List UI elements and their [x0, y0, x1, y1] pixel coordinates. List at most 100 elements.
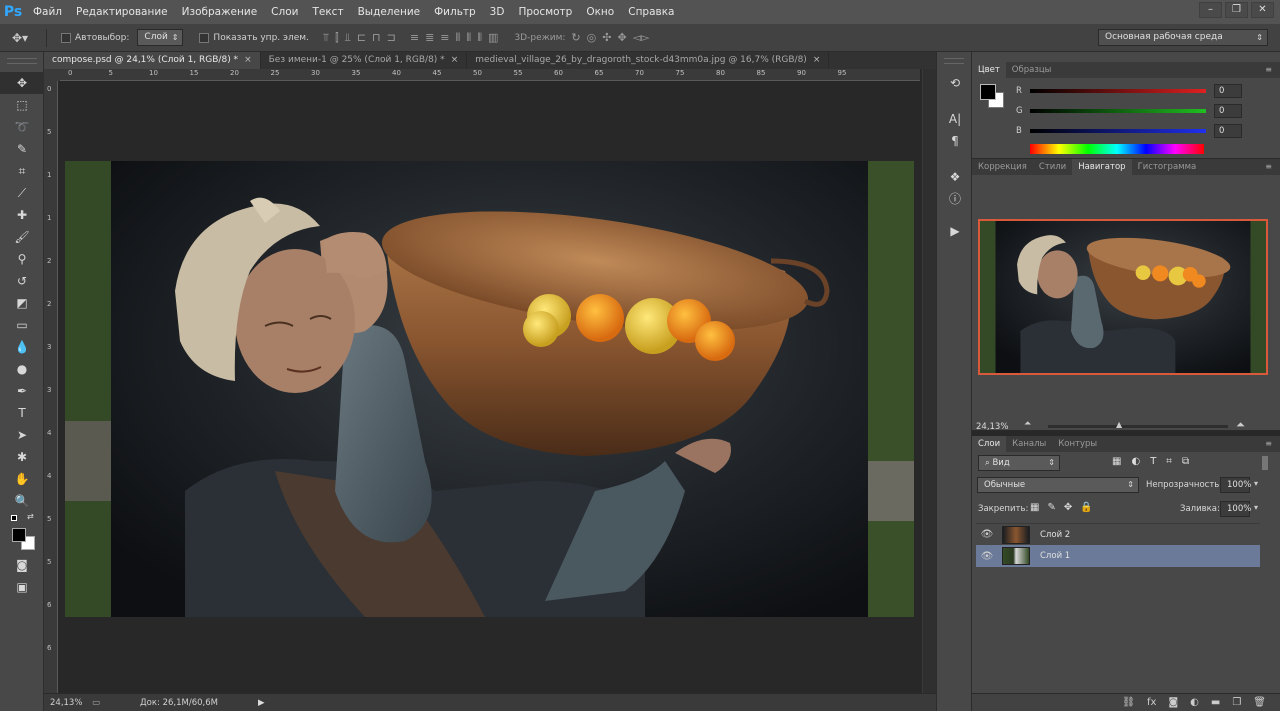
- layer-row[interactable]: 👁 Слой 2: [976, 523, 1260, 545]
- tab-medieval-village[interactable]: medieval_village_26_by_dragoroth_stock-d…: [467, 52, 830, 69]
- restore-button[interactable]: ❐: [1225, 2, 1248, 18]
- vertical-ruler[interactable]: 0 5 1 1 2 2 3 3 4 4 5 5 6 6: [44, 81, 58, 693]
- rotate-3d-icon[interactable]: ↻: [571, 31, 580, 44]
- distribute-vcenter-icon[interactable]: ≣: [425, 31, 434, 45]
- distribute-left-icon[interactable]: ⦀: [456, 31, 461, 45]
- minimize-button[interactable]: –: [1199, 2, 1222, 18]
- filter-pixel-icon[interactable]: ▦: [1112, 456, 1121, 467]
- menu-filter[interactable]: Фильтр: [427, 6, 483, 18]
- green-value[interactable]: 0: [1214, 104, 1242, 118]
- align-top-icon[interactable]: ⫪: [323, 31, 329, 45]
- type-tool-icon[interactable]: T: [0, 402, 44, 424]
- menu-select[interactable]: Выделение: [351, 6, 428, 18]
- panel-menu-icon[interactable]: ≡: [1265, 439, 1272, 448]
- lock-transparent-icon[interactable]: ▦: [1030, 502, 1039, 513]
- menu-type[interactable]: Текст: [305, 6, 350, 18]
- tools-presets-icon[interactable]: ❖: [937, 166, 973, 188]
- filter-type-icon[interactable]: T: [1150, 456, 1156, 467]
- layer-row-selected[interactable]: 👁 Слой 1: [976, 545, 1260, 567]
- tab-color[interactable]: Цвет: [972, 62, 1006, 78]
- menu-image[interactable]: Изображение: [175, 6, 265, 18]
- distribute-hcenter-icon[interactable]: ⦀: [466, 31, 471, 45]
- visibility-eye-icon[interactable]: 👁: [976, 529, 998, 540]
- align-hcenter-icon[interactable]: ⊓: [372, 31, 381, 45]
- menu-window[interactable]: Окно: [579, 6, 621, 18]
- tab-swatches[interactable]: Образцы: [1006, 62, 1058, 78]
- opacity-arrow-icon[interactable]: ▾: [1254, 479, 1258, 488]
- character-panel-icon[interactable]: A|: [937, 108, 973, 130]
- zoom-readout[interactable]: 24,13%: [50, 698, 88, 708]
- brush-tool-icon[interactable]: 🖌: [0, 226, 44, 248]
- actions-panel-icon[interactable]: ▶: [937, 220, 973, 242]
- blue-value[interactable]: 0: [1214, 124, 1242, 138]
- zoom-out-icon[interactable]: ⏶: [1024, 419, 1031, 429]
- panel-menu-icon[interactable]: ≡: [1265, 162, 1272, 171]
- lasso-tool-icon[interactable]: ➰: [0, 116, 44, 138]
- fill-arrow-icon[interactable]: ▾: [1254, 503, 1258, 512]
- zoom-in-icon[interactable]: ⏶: [1236, 418, 1245, 432]
- panel-grip[interactable]: [6, 58, 37, 64]
- tab-untitled[interactable]: Без имени-1 @ 25% (Слой 1, RGB/8) * ×: [261, 52, 468, 69]
- tab-adjustments[interactable]: Коррекция: [972, 159, 1033, 175]
- move-tool-icon[interactable]: ✥: [0, 72, 44, 94]
- status-menu-arrow-icon[interactable]: ▶: [258, 698, 265, 708]
- opacity-input[interactable]: 100%: [1220, 477, 1251, 493]
- navigator-zoom-slider[interactable]: [1048, 425, 1228, 428]
- default-colors-icon[interactable]: [11, 515, 17, 521]
- quick-mask-icon[interactable]: ◙: [0, 554, 44, 576]
- screen-mode-icon[interactable]: ▣: [0, 576, 44, 598]
- add-mask-icon[interactable]: ◙: [1168, 697, 1178, 708]
- tab-channels[interactable]: Каналы: [1006, 436, 1052, 452]
- panel-grip[interactable]: [944, 58, 964, 64]
- autoselect-checkbox[interactable]: [61, 32, 71, 43]
- delete-layer-icon[interactable]: 🗑: [1253, 697, 1266, 708]
- quick-select-tool-icon[interactable]: ✎: [0, 138, 44, 160]
- status-icon[interactable]: ▭: [92, 698, 100, 708]
- red-track[interactable]: [1030, 89, 1206, 93]
- clone-stamp-tool-icon[interactable]: ⚲: [0, 248, 44, 270]
- menu-layer[interactable]: Слои: [264, 6, 305, 18]
- menu-help[interactable]: Справка: [621, 6, 681, 18]
- dodge-tool-icon[interactable]: ●: [0, 358, 44, 380]
- menu-file[interactable]: Файл: [26, 6, 69, 18]
- align-right-icon[interactable]: ⊐: [387, 31, 396, 45]
- layer-style-fx-icon[interactable]: fx: [1147, 697, 1156, 708]
- filter-smart-object-icon[interactable]: ⧉: [1182, 456, 1189, 467]
- menu-3d[interactable]: 3D: [483, 6, 512, 18]
- align-left-icon[interactable]: ⊏: [357, 31, 366, 45]
- blur-tool-icon[interactable]: 💧: [0, 336, 44, 358]
- filter-shape-icon[interactable]: ⌗: [1166, 456, 1172, 467]
- auto-align-icon[interactable]: ▥: [488, 31, 498, 45]
- tab-layers[interactable]: Слои: [972, 436, 1007, 452]
- crop-tool-icon[interactable]: ⌗: [0, 160, 44, 182]
- filter-toggle[interactable]: [1262, 456, 1268, 470]
- hand-tool-icon[interactable]: ✋: [0, 468, 44, 490]
- align-bottom-icon[interactable]: ⫫: [345, 31, 351, 45]
- visibility-eye-icon[interactable]: 👁: [976, 551, 998, 562]
- healing-brush-tool-icon[interactable]: ✚: [0, 204, 44, 226]
- tab-histogram[interactable]: Гистограмма: [1132, 159, 1203, 175]
- tab-paths[interactable]: Контуры: [1052, 436, 1103, 452]
- swap-colors-icon[interactable]: ⇄: [27, 513, 35, 521]
- menu-edit[interactable]: Редактирование: [69, 6, 175, 18]
- new-layer-icon[interactable]: ❐: [1232, 697, 1241, 708]
- close-tab-icon[interactable]: ×: [813, 55, 821, 65]
- tab-navigator[interactable]: Навигатор: [1072, 159, 1132, 175]
- canvas-area[interactable]: [60, 81, 922, 693]
- custom-shape-tool-icon[interactable]: ✱: [0, 446, 44, 468]
- fill-input[interactable]: 100%: [1220, 501, 1251, 517]
- menu-view[interactable]: Просмотр: [511, 6, 579, 18]
- show-transform-checkbox[interactable]: [199, 32, 210, 43]
- link-layers-icon[interactable]: ⛓: [1122, 697, 1135, 708]
- close-button[interactable]: ✕: [1251, 2, 1274, 18]
- navigator-zoom[interactable]: 24,13%: [976, 422, 1008, 432]
- new-adjustment-icon[interactable]: ◐: [1190, 697, 1199, 708]
- autoselect-dropdown[interactable]: Слой ⇕: [137, 29, 184, 46]
- pan-3d-icon[interactable]: ✣: [602, 31, 611, 44]
- layer-name[interactable]: Слой 1: [1040, 551, 1070, 561]
- foreground-color-swatch[interactable]: [12, 528, 26, 542]
- layer-name[interactable]: Слой 2: [1040, 530, 1070, 540]
- distribute-top-icon[interactable]: ≡: [410, 31, 419, 45]
- red-value[interactable]: 0: [1214, 84, 1242, 98]
- eraser-tool-icon[interactable]: ◩: [0, 292, 44, 314]
